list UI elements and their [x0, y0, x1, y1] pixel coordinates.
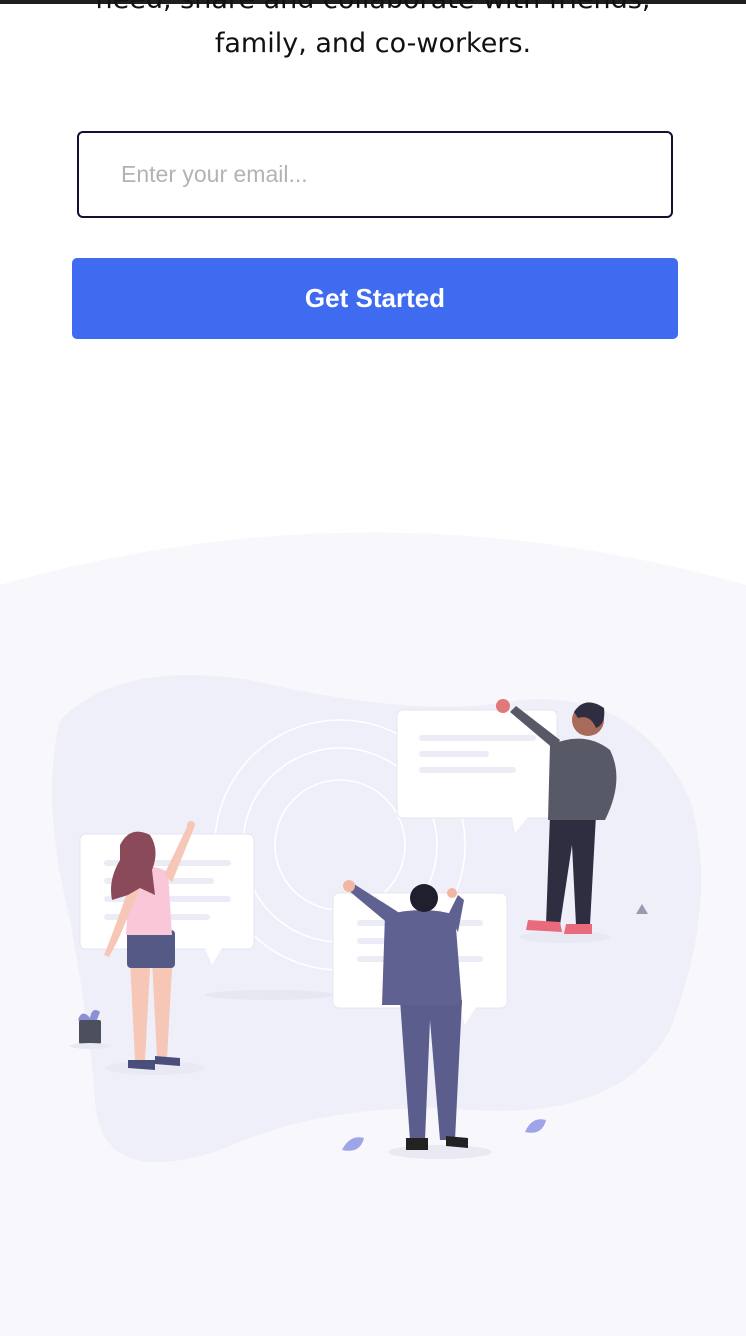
get-started-button[interactable]: Get Started	[72, 258, 678, 339]
email-input[interactable]	[77, 131, 673, 218]
hero-text-line-2: family, and co-workers.	[214, 28, 532, 59]
hero-text-line-1: need, share and collaborate with friends…	[0, 0, 746, 15]
collaboration-illustration	[0, 532, 746, 1336]
